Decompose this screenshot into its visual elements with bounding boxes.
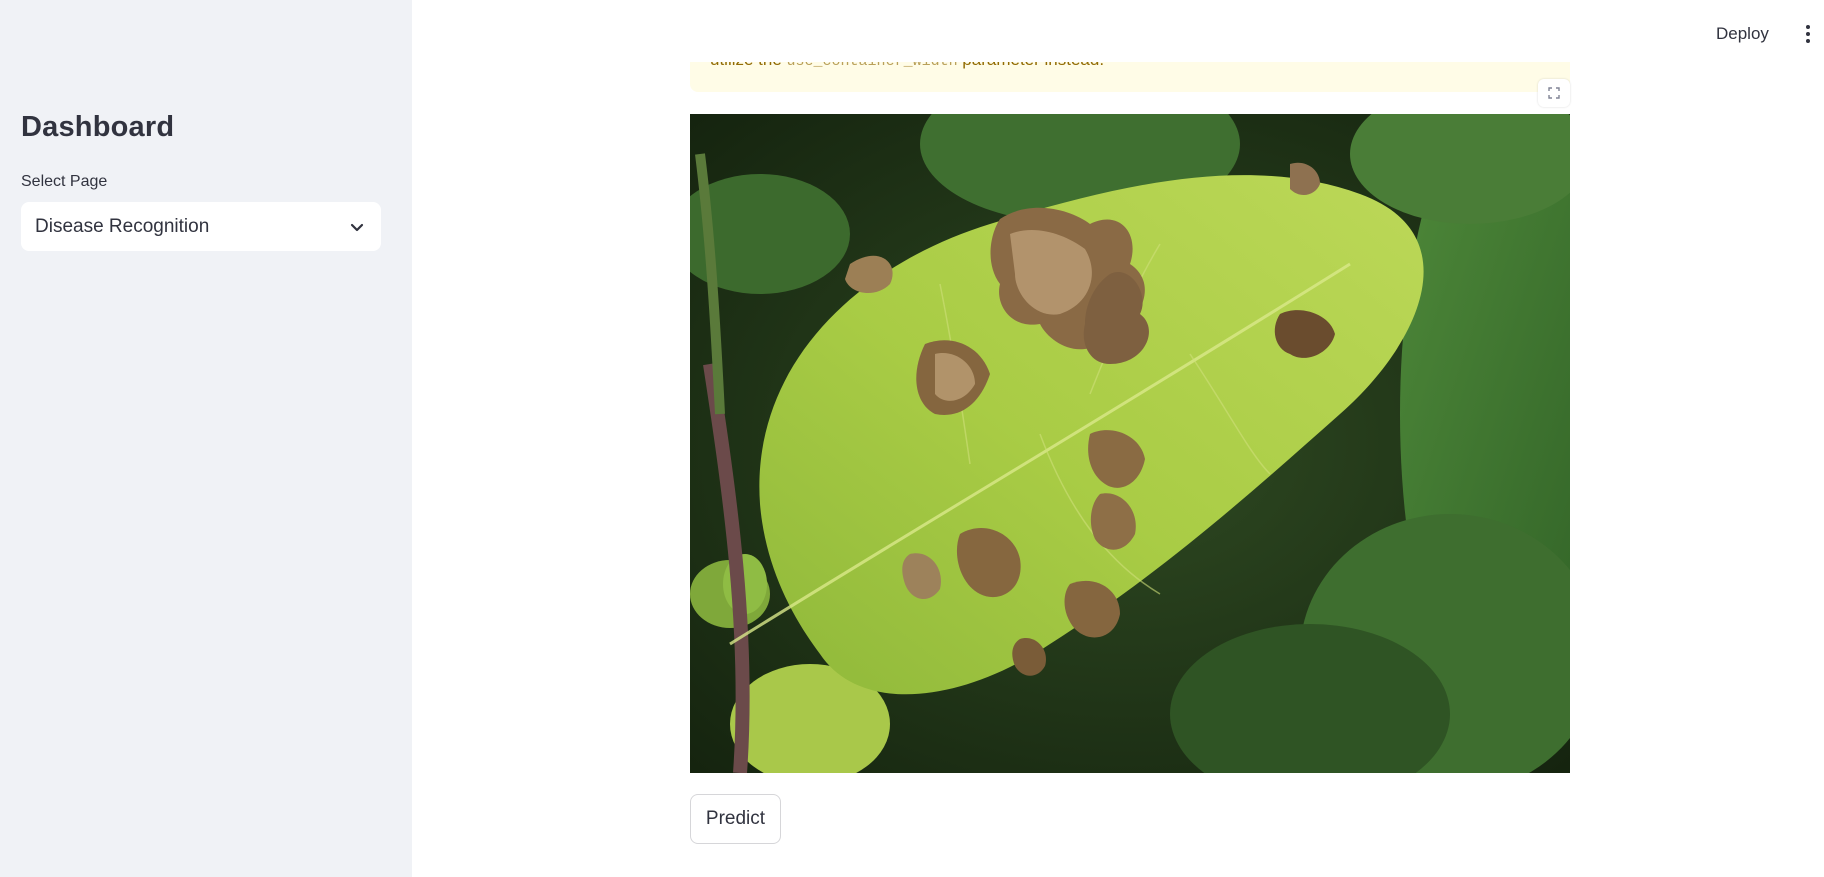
predict-button[interactable]: Predict (690, 794, 781, 844)
page-select[interactable]: Disease Recognition (21, 202, 381, 251)
uploaded-leaf-image (690, 114, 1570, 773)
page-select-value: Disease Recognition (35, 215, 210, 237)
select-page-label: Select Page (21, 173, 108, 190)
sidebar-title: Dashboard (21, 111, 175, 143)
app-header (412, 0, 1824, 62)
fullscreen-icon[interactable] (1538, 79, 1570, 107)
deploy-button[interactable]: Deploy (1712, 22, 1773, 46)
chevron-down-icon (347, 217, 367, 237)
sidebar: Dashboard Select Page Disease Recognitio… (0, 0, 412, 877)
main-menu-icon[interactable] (1799, 22, 1817, 46)
